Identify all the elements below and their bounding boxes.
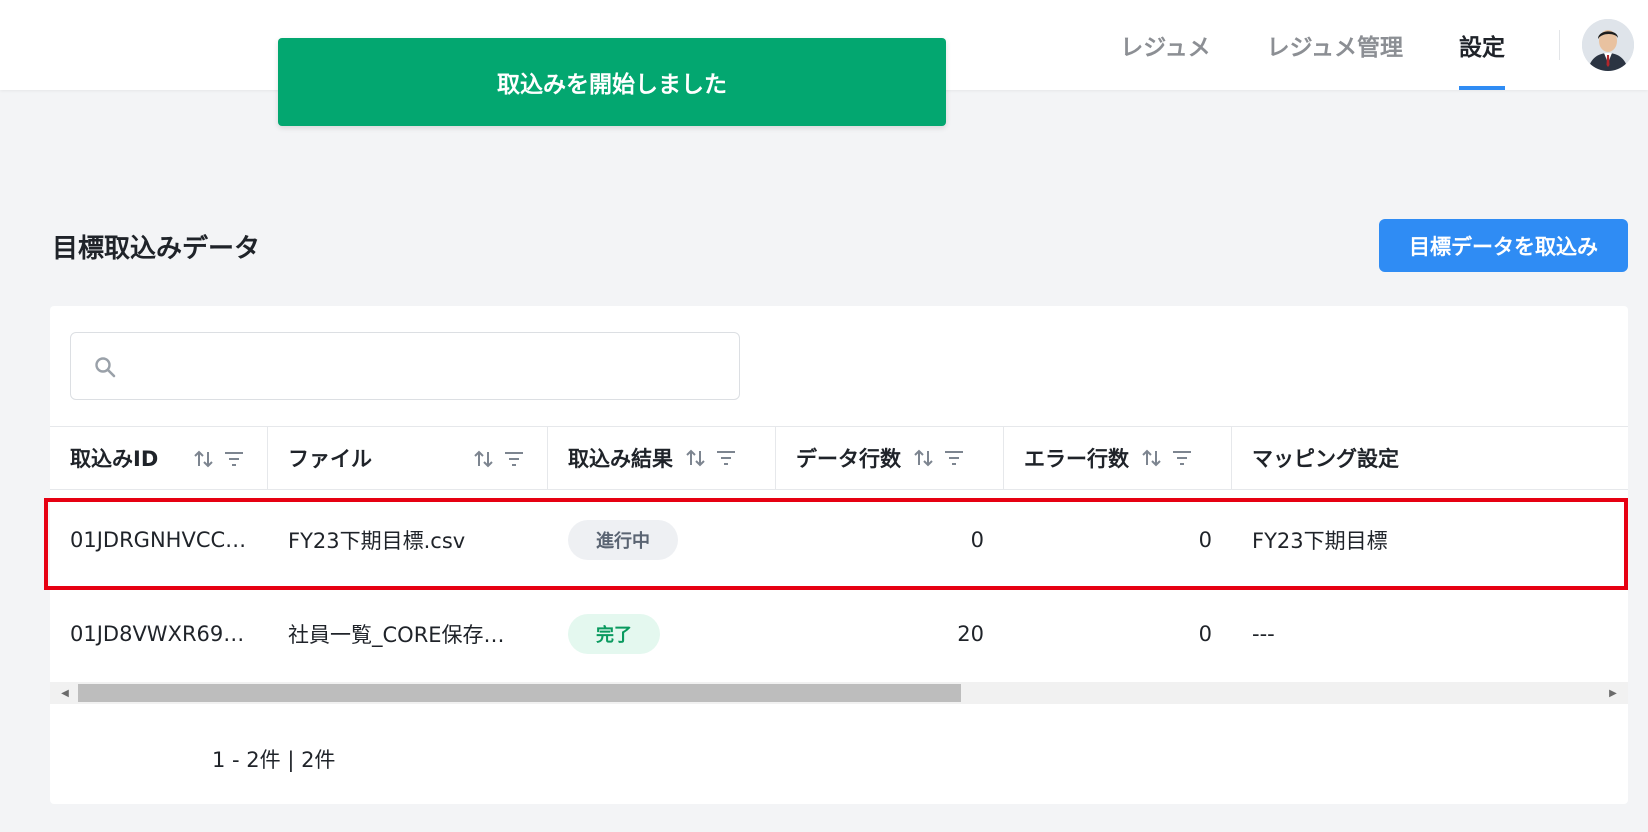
cell-data-rows: 20	[957, 622, 984, 646]
nav-divider	[1559, 30, 1560, 60]
avatar-icon	[1582, 19, 1634, 71]
filter-icon[interactable]	[715, 447, 737, 469]
cell-import-id: 01JD8VWXR69…	[70, 622, 245, 646]
nav-item-settings[interactable]: 設定	[1431, 0, 1533, 90]
cell-status: 完了	[548, 588, 776, 680]
horizontal-scrollbar[interactable]: ◀ ▶	[50, 682, 1628, 704]
column-header-import-result[interactable]: 取込み結果	[548, 427, 776, 489]
user-avatar[interactable]	[1582, 19, 1634, 71]
nav-item-resume[interactable]: レジュメ	[1092, 0, 1238, 90]
cell-status: 進行中	[548, 494, 776, 586]
cell-data-rows: 0	[970, 528, 984, 552]
cell-file: FY23下期目標.csv	[288, 529, 466, 553]
cell-error-rows: 0	[1198, 528, 1212, 552]
import-data-table-card: 取込みID ファイル 取込み結果 データ行数 エラー行数 マッピング設定 01J…	[50, 306, 1628, 804]
column-header-import-id[interactable]: 取込みID	[50, 427, 268, 489]
sort-icon[interactable]	[685, 447, 707, 469]
main-nav: レジュメ レジュメ管理 設定	[1092, 0, 1648, 90]
scroll-right-arrow-icon[interactable]: ▶	[1602, 682, 1624, 704]
sort-icon[interactable]	[913, 447, 935, 469]
cell-mapping: ---	[1252, 622, 1275, 646]
toast-notification: 取込みを開始しました	[278, 38, 946, 126]
column-header-error-rows[interactable]: エラー行数	[1004, 427, 1232, 489]
sort-icon[interactable]	[1141, 447, 1163, 469]
column-header-mapping[interactable]: マッピング設定	[1232, 427, 1628, 489]
page-title: 目標取込みデータ	[52, 234, 261, 264]
cell-file: 社員一覧_CORE保存…	[288, 623, 505, 647]
column-header-file[interactable]: ファイル	[268, 427, 548, 489]
pagination-summary: 1 - 2件 | 2件	[212, 748, 336, 772]
filter-icon[interactable]	[943, 447, 965, 469]
search-box[interactable]	[70, 332, 740, 400]
toast-message: 取込みを開始しました	[497, 72, 727, 98]
cell-mapping: FY23下期目標	[1252, 529, 1388, 553]
filter-icon[interactable]	[1171, 447, 1193, 469]
search-icon	[95, 357, 116, 378]
column-header-data-rows[interactable]: データ行数	[776, 427, 1004, 489]
sort-icon[interactable]	[193, 448, 215, 470]
import-target-data-button[interactable]: 目標データを取込み	[1379, 219, 1628, 272]
sort-icon[interactable]	[473, 448, 495, 470]
table-row[interactable]: 01JD8VWXR69… 社員一覧_CORE保存… 完了 20 0 ---	[50, 588, 1628, 680]
scrollbar-thumb[interactable]	[78, 684, 961, 702]
filter-icon[interactable]	[223, 448, 245, 470]
nav-item-resume-management[interactable]: レジュメ管理	[1239, 0, 1431, 90]
scroll-left-arrow-icon[interactable]: ◀	[54, 682, 76, 704]
cell-import-id: 01JDRGNHVCC…	[70, 528, 247, 552]
table-row[interactable]: 01JDRGNHVCC… FY23下期目標.csv 進行中 0 0 FY23下期…	[50, 494, 1628, 586]
status-badge: 進行中	[568, 520, 678, 560]
cell-error-rows: 0	[1198, 622, 1212, 646]
table-header: 取込みID ファイル 取込み結果 データ行数 エラー行数 マッピング設定	[50, 426, 1628, 490]
filter-icon[interactable]	[503, 448, 525, 470]
status-badge: 完了	[568, 614, 660, 654]
search-input[interactable]	[131, 333, 731, 399]
